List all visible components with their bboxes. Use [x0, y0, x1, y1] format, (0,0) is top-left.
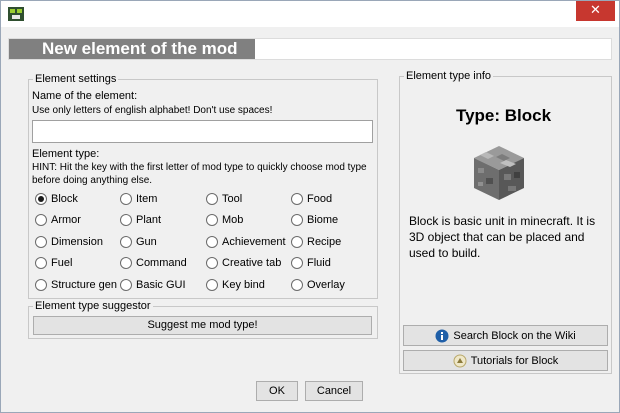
type-title: Type: Block — [455, 106, 552, 125]
type-radio-armor[interactable]: Armor — [35, 213, 81, 227]
radio-label: Fuel — [51, 256, 73, 269]
element-type-info-legend: Element type info — [404, 70, 493, 83]
dialog-heading: New element of the mod — [8, 38, 612, 60]
radio-circle — [35, 236, 47, 248]
type-label: Element type: — [32, 148, 100, 160]
radio-circle — [206, 236, 218, 248]
element-name-input[interactable] — [32, 120, 373, 143]
type-radio-key-bind[interactable]: Key bind — [206, 278, 265, 292]
radio-circle — [120, 193, 132, 205]
radio-label: Achievement — [222, 235, 286, 248]
radio-circle — [35, 214, 47, 226]
radio-label: Item — [136, 192, 158, 205]
type-hint-line2: before doing anything else. — [32, 175, 153, 186]
type-radio-plant[interactable]: Plant — [120, 213, 161, 227]
element-type-info-group: Element type info Type: Block Block is b… — [399, 70, 612, 374]
radio-label: Command — [136, 256, 187, 269]
cancel-button[interactable]: Cancel — [305, 381, 363, 401]
radio-label: Gun — [136, 235, 157, 248]
element-settings-group: Element settings Name of the element: Us… — [28, 73, 378, 299]
type-radio-dimension[interactable]: Dimension — [35, 235, 103, 249]
radio-label: Tool — [222, 192, 243, 205]
radio-circle — [35, 193, 47, 205]
name-label: Name of the element: — [32, 90, 138, 102]
element-settings-legend: Element settings — [33, 73, 119, 86]
radio-circle — [206, 279, 218, 291]
type-radio-food[interactable]: Food — [291, 192, 332, 206]
window-close-button[interactable]: ✕ — [576, 1, 615, 21]
type-radio-item[interactable]: Item — [120, 192, 157, 206]
type-radio-biome[interactable]: Biome — [291, 213, 338, 227]
radio-circle — [120, 279, 132, 291]
radio-circle — [206, 257, 218, 269]
tutorials-label: Tutorials for Block — [470, 354, 559, 367]
type-radio-recipe[interactable]: Recipe — [291, 235, 341, 249]
radio-label: Overlay — [307, 278, 345, 291]
radio-circle — [291, 214, 303, 226]
type-description: Block is basic unit in minecraft. It is … — [409, 214, 596, 260]
radio-label: Recipe — [307, 235, 342, 248]
type-radio-gun[interactable]: Gun — [120, 235, 157, 249]
close-icon: ✕ — [590, 3, 601, 18]
radio-circle — [291, 257, 303, 269]
info-icon — [435, 329, 449, 342]
type-radio-achievement[interactable]: Achievement — [206, 235, 286, 249]
type-suggestor-group: Element type suggestor Suggest me mod ty… — [28, 300, 378, 339]
type-radio-mob[interactable]: Mob — [206, 213, 243, 227]
type-radio-creative-tab[interactable]: Creative tab — [206, 256, 281, 270]
type-radio-overlay[interactable]: Overlay — [291, 278, 345, 292]
radio-circle — [35, 257, 47, 269]
tutorials-button[interactable]: Tutorials for Block — [403, 350, 608, 371]
radio-label: Fluid — [307, 256, 331, 269]
radio-label: Biome — [307, 213, 339, 226]
radio-circle — [206, 214, 218, 226]
type-radio-block[interactable]: Block — [35, 192, 78, 206]
ok-button[interactable]: OK — [256, 381, 298, 401]
mcreator-app-icon — [8, 7, 24, 21]
type-radio-command[interactable]: Command — [120, 256, 187, 270]
radio-circle — [291, 279, 303, 291]
radio-label: Key bind — [222, 278, 265, 291]
radio-label: Armor — [51, 213, 81, 226]
radio-label: Block — [51, 192, 78, 205]
radio-label: Plant — [136, 213, 162, 226]
suggest-type-button[interactable]: Suggest me mod type! — [33, 316, 372, 335]
radio-label: Food — [307, 192, 333, 205]
radio-circle — [206, 193, 218, 205]
type-radio-basic-gui[interactable]: Basic GUI — [120, 278, 186, 292]
radio-circle — [35, 279, 47, 291]
radio-label: Dimension — [51, 235, 103, 248]
new-element-dialog: ✕ New element of the mod Element setting… — [0, 0, 620, 413]
radio-label: Mob — [222, 213, 244, 226]
radio-circle — [120, 257, 132, 269]
type-radio-structure-gen[interactable]: Structure gen — [35, 278, 117, 292]
title-bar: ✕ — [1, 1, 619, 27]
radio-label: Structure gen — [51, 278, 118, 291]
search-wiki-button[interactable]: Search Block on the Wiki — [403, 325, 608, 346]
search-wiki-label: Search Block on the Wiki — [453, 329, 576, 342]
radio-label: Creative tab — [222, 256, 282, 269]
radio-circle — [291, 236, 303, 248]
type-radio-fluid[interactable]: Fluid — [291, 256, 331, 270]
page-title: New element of the mod — [9, 39, 255, 59]
block-preview-image — [474, 146, 524, 200]
radio-circle — [120, 214, 132, 226]
type-suggestor-legend: Element type suggestor — [33, 300, 153, 313]
type-radio-tool[interactable]: Tool — [206, 192, 242, 206]
name-hint: Use only letters of english alphabet! Do… — [32, 105, 273, 116]
tutorial-icon — [453, 354, 467, 367]
radio-circle — [291, 193, 303, 205]
type-hint-line1: HINT: Hit the key with the first letter … — [32, 162, 367, 173]
type-radio-fuel[interactable]: Fuel — [35, 256, 72, 270]
radio-circle — [120, 236, 132, 248]
radio-label: Basic GUI — [136, 278, 186, 291]
